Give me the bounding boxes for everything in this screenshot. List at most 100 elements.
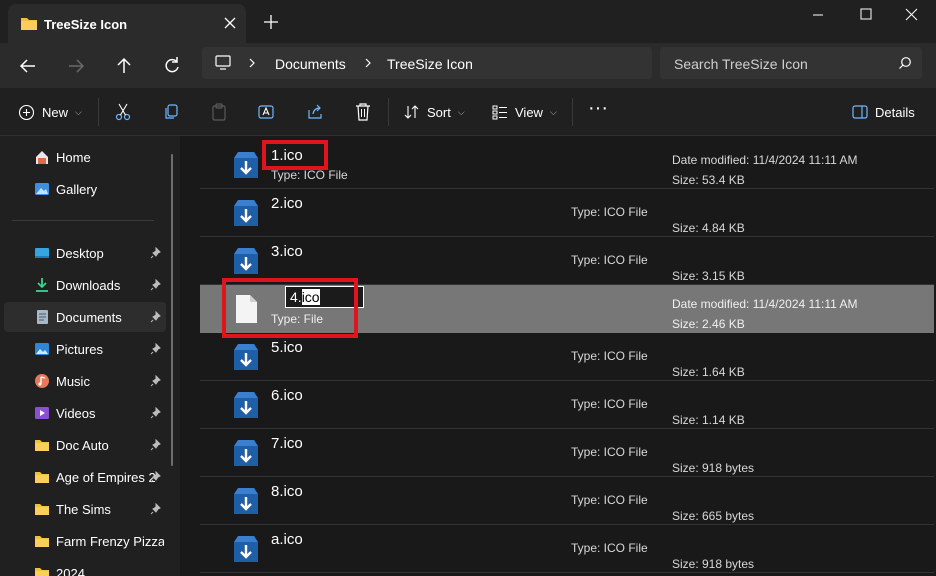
breadcrumb-treesize-icon[interactable]: TreeSize Icon bbox=[387, 56, 473, 72]
more-options-button[interactable]: ··· bbox=[588, 97, 608, 119]
sidebar-item-home[interactable]: Home bbox=[4, 142, 166, 172]
sidebar-item-the-sims[interactable]: The Sims bbox=[4, 494, 166, 524]
highlight-box-1-ico bbox=[262, 140, 328, 170]
explorer-tab[interactable]: TreeSize Icon bbox=[8, 4, 246, 44]
pin-icon[interactable] bbox=[150, 311, 162, 323]
pin-icon[interactable] bbox=[150, 375, 162, 387]
title-bar: TreeSize Icon bbox=[0, 0, 936, 44]
file-list: 1.ico Type: ICO File Date modified: 11/4… bbox=[180, 136, 936, 576]
file-type: Type: ICO File bbox=[571, 541, 648, 555]
treesize-file-icon bbox=[234, 248, 258, 274]
pin-icon[interactable] bbox=[150, 503, 162, 515]
refresh-icon[interactable] bbox=[158, 52, 186, 80]
pin-icon[interactable] bbox=[150, 407, 162, 419]
file-row-2-ico[interactable]: 2.ico Type: ICO File Size: 4.84 KB bbox=[200, 189, 934, 237]
downloads-icon bbox=[36, 278, 48, 292]
home-icon bbox=[36, 151, 48, 164]
sidebar-item-music[interactable]: Music bbox=[4, 366, 166, 396]
sidebar-item-documents[interactable]: Documents bbox=[4, 302, 166, 332]
address-path[interactable]: Documents TreeSize Icon bbox=[202, 47, 652, 79]
forward-arrow-icon[interactable] bbox=[62, 52, 90, 80]
file-type: Type: ICO File bbox=[571, 253, 648, 267]
paste-icon[interactable] bbox=[210, 102, 228, 122]
file-row-7-ico[interactable]: 7.ico Type: ICO File Size: 918 bytes bbox=[200, 429, 934, 477]
details-label: Details bbox=[875, 104, 915, 120]
file-type: Type: ICO File bbox=[571, 205, 648, 219]
file-name: 6.ico bbox=[271, 387, 303, 404]
sidebar-item-desktop[interactable]: Desktop bbox=[4, 238, 166, 268]
command-bar: New ⌵ Sort ⌵ View ⌵ ··· Details bbox=[0, 88, 936, 136]
sidebar-item-2024[interactable]: 2024 bbox=[4, 558, 166, 576]
computer-icon bbox=[215, 55, 231, 70]
file-name: 7.ico bbox=[271, 435, 303, 452]
folder-icon bbox=[35, 504, 49, 515]
close-window-icon[interactable] bbox=[892, 5, 932, 27]
pin-icon[interactable] bbox=[150, 247, 162, 259]
maximize-icon[interactable] bbox=[846, 5, 886, 27]
view-button[interactable]: View ⌵ bbox=[492, 102, 557, 122]
sidebar-scrollbar[interactable] bbox=[171, 154, 173, 466]
pin-icon[interactable] bbox=[150, 439, 162, 451]
file-size: Size: 4.84 KB bbox=[672, 221, 745, 235]
back-arrow-icon[interactable] bbox=[14, 52, 42, 80]
file-size: Size: 665 bytes bbox=[672, 509, 755, 523]
sidebar-item-pictures[interactable]: Pictures bbox=[4, 334, 166, 364]
up-arrow-icon[interactable] bbox=[110, 52, 138, 80]
chevron-down-icon: ⌵ bbox=[457, 106, 465, 117]
sidebar-item-farm-frenzy[interactable]: Farm Frenzy Pizza Pa bbox=[4, 526, 166, 556]
treesize-file-icon bbox=[234, 536, 258, 562]
file-size: Size: 3.15 KB bbox=[672, 269, 745, 283]
gallery-icon bbox=[35, 183, 49, 195]
file-type: Type: ICO File bbox=[571, 349, 648, 363]
desktop-icon bbox=[35, 248, 49, 258]
file-size: Size: 1.64 KB bbox=[672, 365, 745, 379]
file-row-a-ico[interactable]: a.ico Type: ICO File Size: 918 bytes bbox=[200, 525, 934, 573]
sort-label: Sort bbox=[427, 104, 451, 120]
address-bar: Documents TreeSize Icon Search TreeSize … bbox=[0, 44, 936, 88]
file-row-8-ico[interactable]: 8.ico Type: ICO File Size: 665 bytes bbox=[200, 477, 934, 525]
toolbar-divider bbox=[98, 98, 99, 126]
chevron-right-icon[interactable] bbox=[246, 57, 258, 69]
sort-button[interactable]: Sort ⌵ bbox=[404, 102, 465, 122]
sidebar-item-videos[interactable]: Videos bbox=[4, 398, 166, 428]
file-row-5-ico[interactable]: 5.ico Type: ICO File Size: 1.64 KB bbox=[200, 333, 934, 381]
folder-icon bbox=[35, 568, 49, 576]
breadcrumb-documents[interactable]: Documents bbox=[275, 56, 346, 72]
pin-icon[interactable] bbox=[150, 279, 162, 291]
file-type: Type: ICO File bbox=[571, 397, 648, 411]
pictures-icon bbox=[35, 343, 49, 355]
sidebar-item-age-of-empires-2[interactable]: Age of Empires 2 bbox=[4, 462, 166, 492]
treesize-file-icon bbox=[234, 392, 258, 418]
plus-circle-icon bbox=[18, 104, 35, 120]
view-label: View bbox=[515, 104, 543, 120]
toolbar-divider bbox=[572, 98, 573, 126]
file-name: 3.ico bbox=[271, 243, 303, 260]
close-tab-icon[interactable] bbox=[220, 13, 240, 33]
delete-icon[interactable] bbox=[354, 102, 372, 122]
chevron-right-icon[interactable] bbox=[362, 57, 374, 69]
pin-icon[interactable] bbox=[150, 471, 162, 483]
new-tab-icon[interactable] bbox=[262, 13, 280, 31]
folder-icon bbox=[35, 472, 49, 483]
file-date: Date modified: 11/4/2024 11:11 AM bbox=[672, 153, 858, 167]
sidebar-item-gallery[interactable]: Gallery bbox=[4, 174, 166, 204]
cut-icon[interactable] bbox=[114, 102, 132, 122]
sidebar-item-downloads[interactable]: Downloads bbox=[4, 270, 166, 300]
treesize-file-icon bbox=[234, 440, 258, 466]
sidebar-item-doc-auto[interactable]: Doc Auto bbox=[4, 430, 166, 460]
search-input[interactable]: Search TreeSize Icon bbox=[660, 47, 922, 79]
new-button[interactable]: New ⌵ bbox=[18, 102, 82, 122]
file-size: Size: 2.46 KB bbox=[672, 317, 745, 331]
minimize-icon[interactable] bbox=[798, 5, 838, 27]
rename-icon[interactable] bbox=[258, 102, 276, 122]
navigation-pane: Home Gallery Desktop Downloads Documents bbox=[0, 136, 180, 576]
file-name: 5.ico bbox=[271, 339, 303, 356]
file-name: 8.ico bbox=[271, 483, 303, 500]
tab-title: TreeSize Icon bbox=[44, 17, 128, 32]
sort-icon bbox=[404, 105, 419, 119]
share-icon[interactable] bbox=[306, 102, 324, 122]
pin-icon[interactable] bbox=[150, 343, 162, 355]
copy-icon[interactable] bbox=[162, 102, 180, 122]
details-button[interactable]: Details bbox=[852, 102, 915, 122]
file-row-6-ico[interactable]: 6.ico Type: ICO File Size: 1.14 KB bbox=[200, 381, 934, 429]
